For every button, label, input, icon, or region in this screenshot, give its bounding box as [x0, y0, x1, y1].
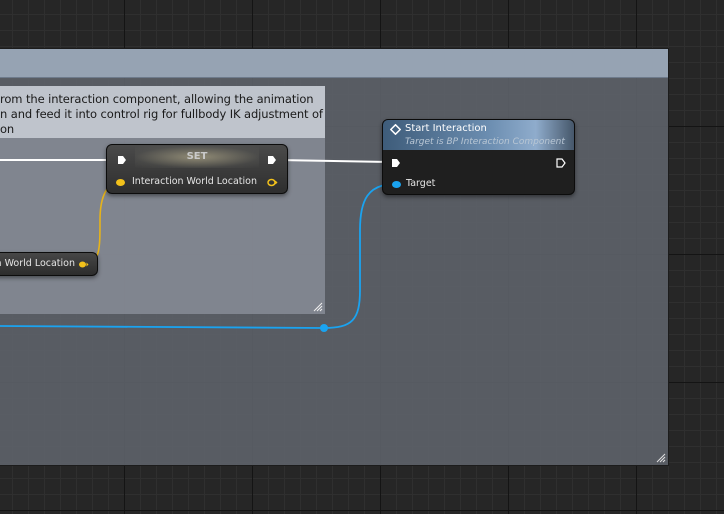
exec-out-pin-icon[interactable] — [556, 158, 566, 168]
vector-input-pin-icon[interactable] — [116, 179, 125, 186]
start-interaction-header[interactable]: Start Interaction Target is BP Interacti… — [383, 120, 574, 150]
exec-wire-set-to-start[interactable] — [277, 159, 393, 163]
wires-layer — [0, 159, 396, 332]
exec-out-pin-icon[interactable] — [267, 155, 277, 165]
object-input-pin-icon[interactable] — [392, 181, 401, 188]
reroute-knot[interactable] — [320, 324, 328, 332]
start-interaction-title: Start Interaction — [405, 123, 487, 134]
target-pin-label: Target — [406, 178, 436, 189]
exec-in-pin-icon[interactable] — [391, 158, 401, 168]
exec-in-pin-icon[interactable] — [117, 155, 127, 165]
set-node-title: SET — [135, 146, 259, 168]
set-node[interactable]: SET Interaction World Location — [106, 144, 288, 194]
set-input-pin-label: Interaction World Location — [132, 176, 257, 187]
get-variable-node[interactable]: on World Location — [0, 252, 98, 276]
vector-wire[interactable] — [83, 181, 121, 264]
function-icon — [390, 124, 401, 135]
vector-output-pin-icon[interactable] — [267, 178, 278, 187]
vector-output-pin-icon[interactable] — [78, 260, 89, 269]
get-output-pin-label: on World Location — [0, 258, 75, 269]
start-interaction-subtitle: Target is BP Interaction Component — [405, 137, 565, 147]
start-interaction-node[interactable]: Start Interaction Target is BP Interacti… — [382, 119, 575, 195]
